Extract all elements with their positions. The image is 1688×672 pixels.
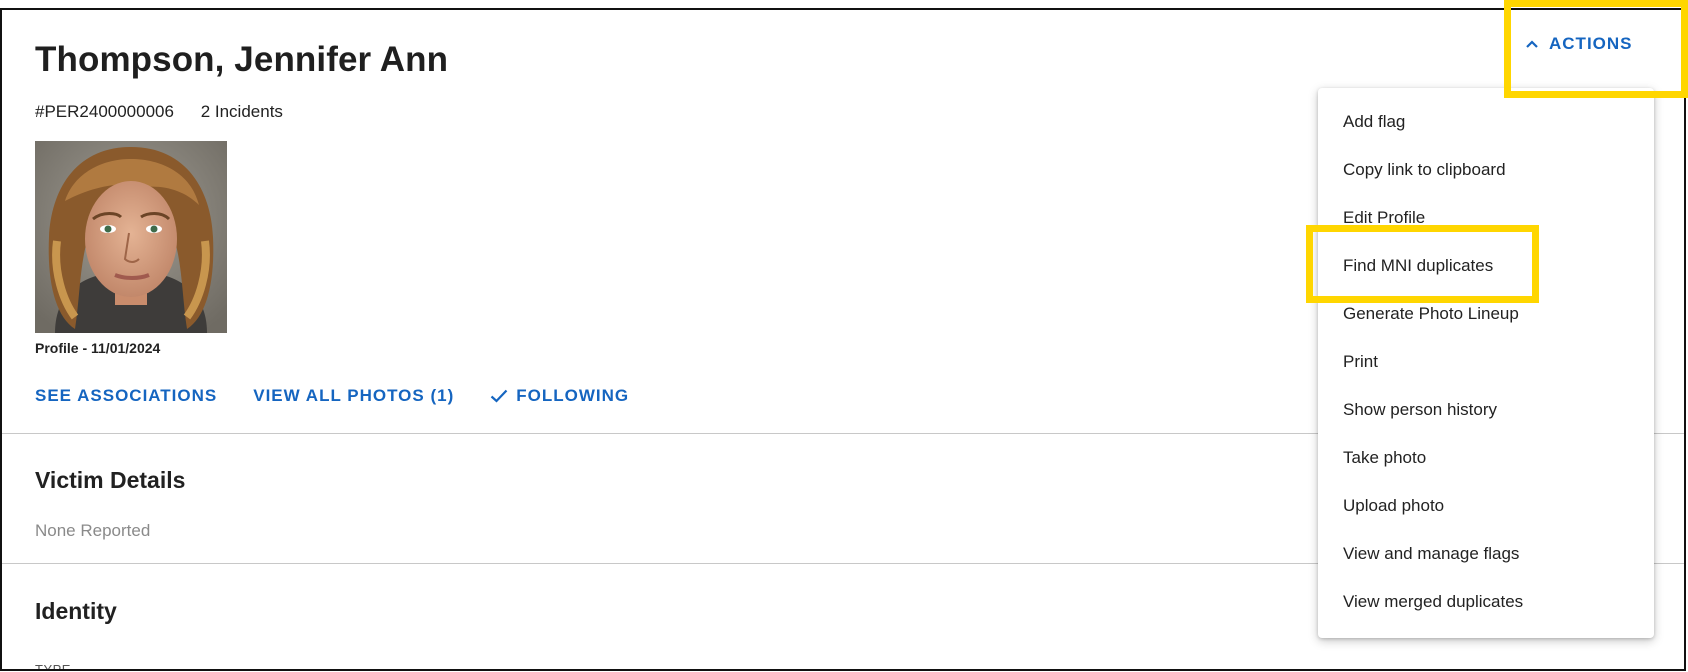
identity-title: Identity: [35, 598, 117, 624]
check-icon: [490, 389, 508, 403]
see-associations-link[interactable]: SEE ASSOCIATIONS: [35, 386, 217, 406]
view-all-photos-link[interactable]: VIEW ALL PHOTOS (1): [253, 386, 454, 406]
person-id: #PER2400000006: [35, 102, 174, 121]
menu-item-generate-photo-lineup[interactable]: Generate Photo Lineup: [1318, 290, 1654, 338]
view-all-photos-label: VIEW ALL PHOTOS (1): [253, 386, 455, 405]
menu-item-add-flag[interactable]: Add flag: [1318, 98, 1654, 146]
identity-type-label: TYPE: [35, 662, 71, 671]
victim-details-value: None Reported: [35, 521, 151, 540]
photo-caption: Profile - 11/01/2024: [35, 340, 161, 356]
menu-item-edit-profile[interactable]: Edit Profile: [1318, 194, 1654, 242]
menu-item-take-photo[interactable]: Take photo: [1318, 434, 1654, 482]
actions-button[interactable]: ACTIONS: [1525, 34, 1633, 54]
actions-label: ACTIONS: [1549, 34, 1633, 53]
chevron-up-icon: [1526, 40, 1538, 48]
menu-item-find-mni-duplicates[interactable]: Find MNI duplicates: [1318, 242, 1654, 290]
profile-links: SEE ASSOCIATIONS VIEW ALL PHOTOS (1) FOL…: [35, 386, 629, 406]
menu-item-view-merged-duplicates[interactable]: View merged duplicates: [1318, 578, 1654, 626]
actions-menu: Add flag Copy link to clipboard Edit Pro…: [1318, 88, 1654, 638]
portrait-image: [35, 141, 227, 333]
person-meta: #PER2400000006 2 Incidents: [35, 102, 305, 122]
incident-count: 2 Incidents: [200, 102, 283, 121]
victim-details-title: Victim Details: [35, 467, 186, 493]
following-toggle[interactable]: FOLLOWING: [490, 386, 629, 406]
menu-item-copy-link[interactable]: Copy link to clipboard: [1318, 146, 1654, 194]
menu-item-show-person-history[interactable]: Show person history: [1318, 386, 1654, 434]
menu-item-view-manage-flags[interactable]: View and manage flags: [1318, 530, 1654, 578]
following-label: FOLLOWING: [516, 386, 630, 405]
profile-photo[interactable]: [35, 141, 227, 333]
menu-item-upload-photo[interactable]: Upload photo: [1318, 482, 1654, 530]
menu-item-print[interactable]: Print: [1318, 338, 1654, 386]
page-title: Thompson, Jennifer Ann: [35, 40, 449, 79]
see-associations-label: SEE ASSOCIATIONS: [35, 386, 218, 405]
